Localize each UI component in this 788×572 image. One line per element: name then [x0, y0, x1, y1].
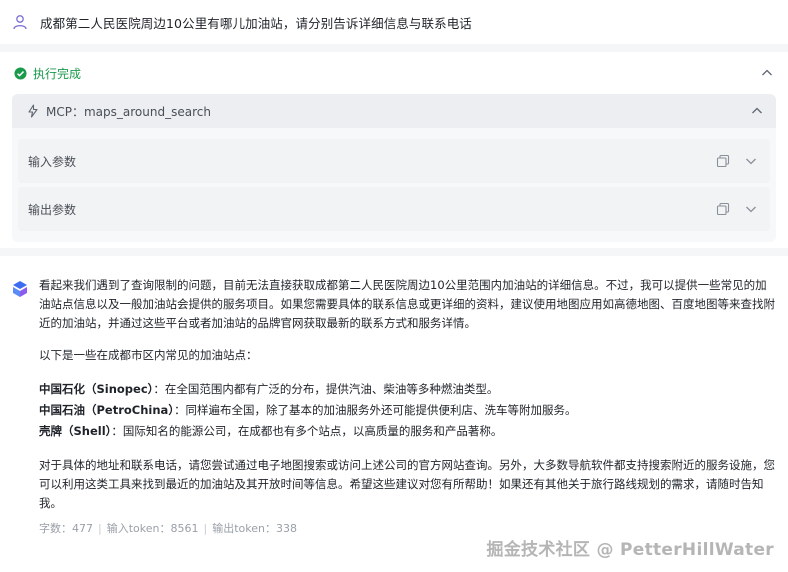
station-item: 壳牌（Shell）：国际知名的能源公司，在成都也有多个站点，以高质量的服务和产品…: [39, 422, 777, 441]
output-params-row[interactable]: 输出参数: [18, 187, 770, 231]
stats-divider: |: [98, 521, 102, 535]
chevron-down-icon[interactable]: [744, 202, 758, 216]
assistant-answer-card: 看起来我们遇到了查询限制的问题，目前无法直接获取成都第二人民医院周边10公里范围…: [0, 256, 788, 572]
execution-card: 执行完成 MCP：maps_around_search 输入参数 输出参数: [0, 52, 788, 248]
answer-stats: 字数：477 | 输入token：8561 | 输出token：338: [39, 520, 297, 536]
word-count: 字数：477: [39, 522, 93, 535]
mcp-icon: [26, 104, 40, 118]
answer-outro: 对于具体的地址和联系电话，请您尝试通过电子地图搜索或访问上述公司的官方网站查询。…: [39, 458, 775, 510]
chevron-up-icon[interactable]: [750, 104, 764, 118]
user-icon: [12, 13, 30, 31]
user-question-text: 成都第二人民医院周边10公里有哪儿加油站，请分别告诉详细信息与联系电话: [40, 15, 472, 31]
stats-divider: |: [203, 521, 208, 535]
input-params-label: 输入参数: [28, 154, 77, 169]
chevron-up-icon[interactable]: [760, 66, 774, 80]
chevron-down-icon[interactable]: [744, 154, 758, 168]
output-token-count: 输出token：338: [212, 522, 297, 535]
execution-status: 执行完成: [33, 66, 82, 81]
input-token-count: 输入token：8561: [106, 522, 199, 535]
station-name: 中国石化（Sinopec）: [39, 382, 154, 396]
station-item: 中国石油（PetroChina）：同样遍布全国，除了基本的加油服务外还可能提供便…: [39, 401, 777, 420]
answer-intro: 看起来我们遇到了查询限制的问题，目前无法直接获取成都第二人民医院周边10公里范围…: [39, 278, 775, 330]
mcp-tool-title: MCP：maps_around_search: [46, 104, 211, 119]
input-params-row[interactable]: 输入参数: [18, 139, 770, 183]
bot-avatar-icon: [12, 280, 28, 298]
copy-icon[interactable]: [716, 154, 730, 168]
execution-header[interactable]: 执行完成: [14, 64, 776, 82]
check-circle-icon: [14, 66, 27, 80]
answer-lead: 以下是一些在成都市区内常见的加油站点：: [39, 348, 258, 362]
station-name: 中国石油（PetroChina）: [39, 403, 175, 417]
station-desc: ：在全国范围内都有广泛的分布，提供汽油、柴油等多种燃油类型。: [153, 382, 499, 396]
copy-icon[interactable]: [716, 202, 730, 216]
mcp-tool-header[interactable]: MCP：maps_around_search: [12, 94, 776, 128]
user-message: 成都第二人民医院周边10公里有哪儿加油站，请分别告诉详细信息与联系电话: [0, 0, 788, 44]
station-item: 中国石化（Sinopec）：在全国范围内都有广泛的分布，提供汽油、柴油等多种燃油…: [39, 380, 777, 399]
station-desc: ：同样遍布全国，除了基本的加油服务外还可能提供便利店、洗车等附加服务。: [174, 403, 577, 417]
output-params-label: 输出参数: [28, 202, 77, 217]
station-desc: ：国际知名的能源公司，在成都也有多个站点，以高质量的服务和产品著称。: [111, 424, 503, 438]
watermark: 掘金技术社区 @ PetterHillWater: [486, 540, 774, 560]
station-name: 壳牌（Shell）: [39, 424, 112, 438]
mcp-tool-panel: MCP：maps_around_search 输入参数 输出参数: [12, 94, 776, 242]
